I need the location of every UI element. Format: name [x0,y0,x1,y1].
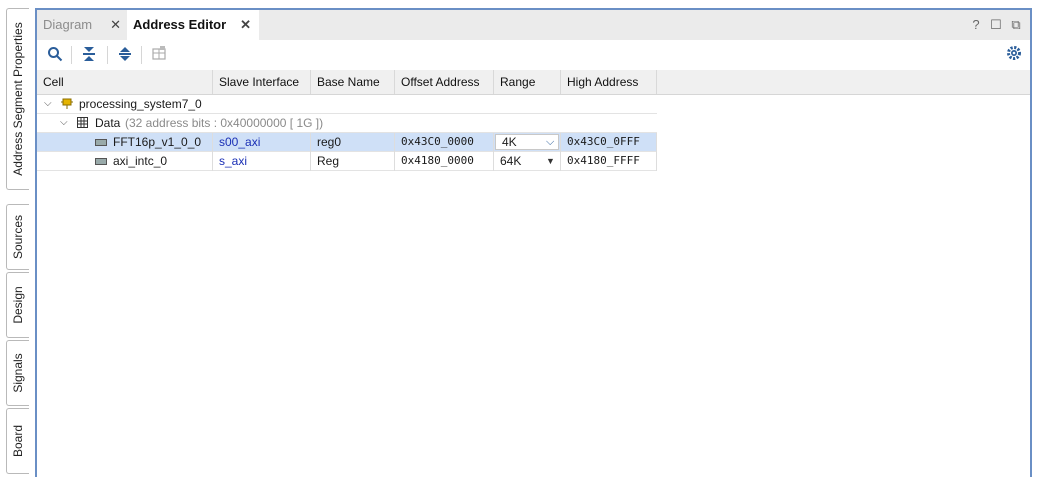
column-header-range[interactable]: Range [494,70,561,94]
side-tab-address-segment-properties[interactable]: Address Segment Properties [6,8,29,190]
base-name-value: reg0 [311,133,395,152]
close-icon[interactable]: ✕ [240,10,251,40]
range-select[interactable]: 4K ⌵ [494,133,561,152]
tree-row-data-group[interactable]: ⌵ Data (32 address bits : 0x40000000 [ 1… [37,114,657,133]
side-tab-label: Sources [11,214,25,260]
tree-row-root[interactable]: ⌵ processing_system7_0 [37,95,657,114]
column-header-high-address[interactable]: High Address [561,70,657,94]
side-tab-strip: Address Segment Properties Sources Desig… [0,0,32,477]
high-address-value: 0x43C0_0FFF [561,133,657,152]
table-row[interactable]: FFT16p_v1_0_0 s00_axi reg0 0x43C0_0000 4… [37,133,657,152]
toolbar [37,40,1030,70]
side-tab-label: Address Segment Properties [11,22,25,176]
search-icon[interactable] [45,46,65,64]
base-name-value: Reg [311,152,395,171]
tab-address-editor[interactable]: Address Editor ✕ [127,10,259,40]
offset-address-value[interactable]: 0x4180_0000 [395,152,494,171]
address-editor-panel: Diagram ✕ Address Editor ✕ ? ☐ ⧉ Cell Sl… [35,8,1032,477]
group-detail: (32 address bits : 0x40000000 [ 1G ]) [125,116,324,130]
side-tab-sources[interactable]: Sources [6,204,29,270]
slave-interface-value: s00_axi [213,133,311,152]
tab-diagram[interactable]: Diagram ✕ [37,10,129,40]
column-header-offset-address[interactable]: Offset Address [395,70,494,94]
chevron-down-icon[interactable]: ⌵ [44,98,52,109]
column-header-cell[interactable]: Cell [37,70,213,94]
range-select[interactable]: 64K ▼ [494,152,561,171]
side-tab-label: Board [11,424,25,458]
processor-icon [61,97,73,113]
cell-name: axi_intc_0 [89,152,213,171]
column-header-slave-interface[interactable]: Slave Interface [213,70,311,94]
restore-icon[interactable]: ☐ [989,17,1003,33]
settings-gear-icon[interactable] [1006,45,1022,66]
side-tab-label: Signals [11,353,25,393]
chevron-down-icon[interactable]: ⌵ [546,133,554,151]
collapse-all-icon[interactable] [79,46,99,64]
chevron-down-icon[interactable]: ⌵ [60,117,68,128]
table-header: Cell Slave Interface Base Name Offset Ad… [37,70,1030,95]
table-row[interactable]: axi_intc_0 s_axi Reg 0x4180_0000 64K ▼ 0… [37,152,657,171]
tab-label: Diagram [43,17,93,32]
group-label: Data [95,116,121,130]
address-space-icon [77,117,88,131]
column-header-base-name[interactable]: Base Name [311,70,395,94]
close-icon[interactable]: ✕ [110,10,121,40]
range-value: 4K [502,135,517,149]
toolbar-separator [107,46,108,64]
side-tab-signals[interactable]: Signals [6,340,29,406]
high-address-value: 0x4180_FFFF [561,152,657,171]
expand-all-icon[interactable] [115,46,135,64]
float-window-icon[interactable]: ⧉ [1009,17,1023,33]
ip-block-icon [95,158,107,166]
cell-name: FFT16p_v1_0_0 [89,133,213,152]
offset-address-value[interactable]: 0x43C0_0000 [395,133,494,152]
tab-label: Address Editor [133,17,227,32]
toolbar-separator [71,46,72,64]
help-icon[interactable]: ? [969,17,983,32]
side-tab-label: Design [11,286,25,324]
tree-root-label: processing_system7_0 [79,97,202,111]
tab-bar: Diagram ✕ Address Editor ✕ ? ☐ ⧉ [37,10,1030,40]
slave-interface-value: s_axi [213,152,311,171]
toolbar-separator [141,46,142,64]
side-tab-board[interactable]: Board [6,408,29,474]
ip-block-icon [95,139,107,147]
side-tab-design[interactable]: Design [6,272,29,338]
caret-down-icon[interactable]: ▼ [546,152,555,170]
auto-assign-address-icon[interactable] [149,46,169,64]
range-value: 64K [500,154,522,168]
